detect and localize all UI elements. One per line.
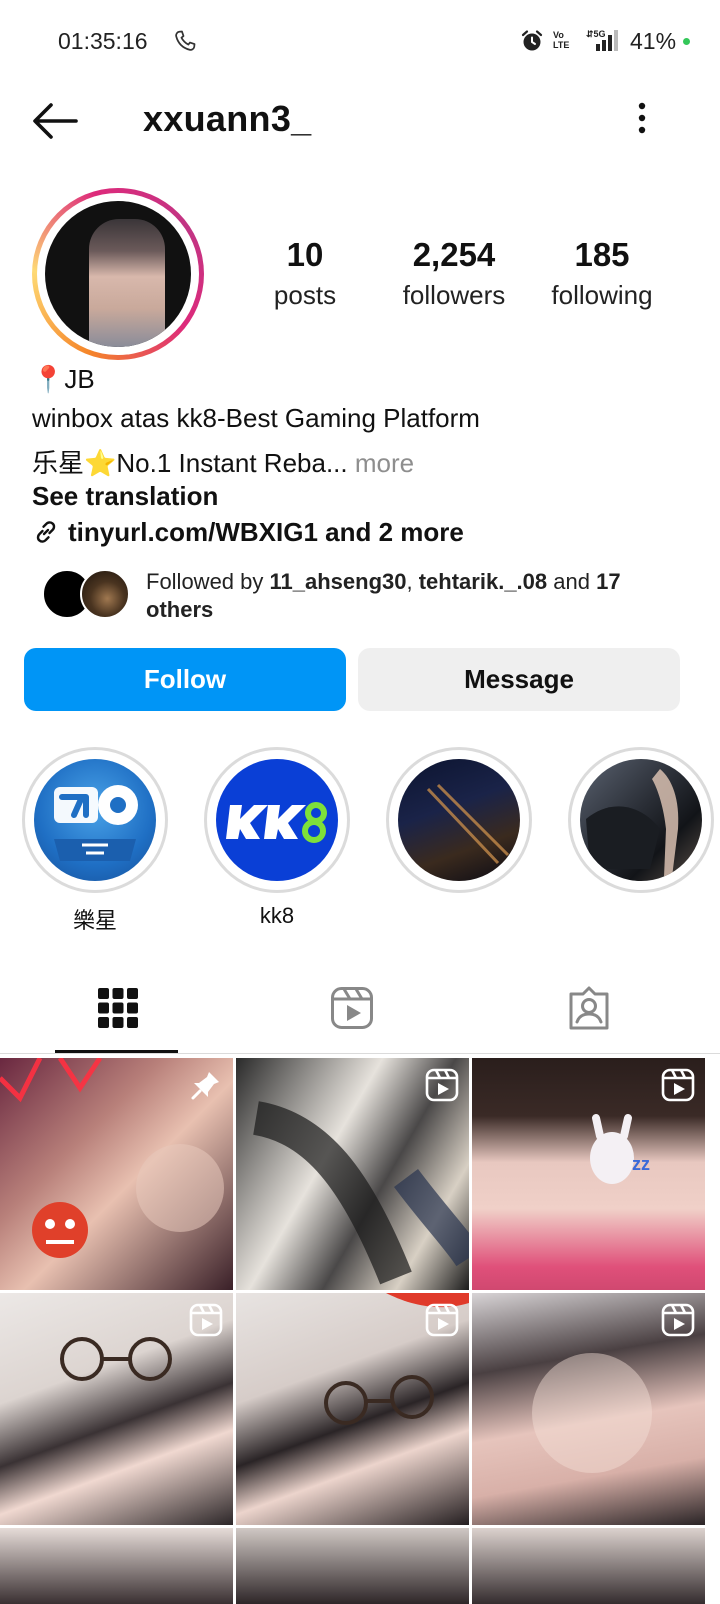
profile-username: xxuann3_: [143, 98, 312, 139]
mutual-others-label[interactable]: others: [146, 597, 213, 622]
posts-count[interactable]: 10 posts: [260, 236, 350, 311]
bio-link[interactable]: tinyurl.com/WBXIG1 and 2 more: [32, 517, 464, 548]
highlight-cover-3: [398, 759, 520, 881]
follow-button[interactable]: Follow: [24, 648, 346, 711]
status-bar: 01:35:16 Vo LTE ⇵5G 41%: [0, 0, 720, 82]
pin-icon: [191, 1072, 219, 1100]
reel-icon: [661, 1068, 695, 1102]
post-tile[interactable]: zz: [472, 1058, 705, 1290]
followers-count[interactable]: 2,254 followers: [392, 236, 516, 311]
post-tile[interactable]: [236, 1528, 469, 1604]
tab-tagged[interactable]: [480, 980, 720, 1054]
message-button[interactable]: Message: [358, 648, 680, 711]
svg-text:zz: zz: [632, 1154, 650, 1174]
highlight-3[interactable]: [386, 747, 532, 903]
back-arrow-icon[interactable]: [30, 100, 80, 142]
bio-line-1: winbox atas kk8-Best Gaming Platform: [32, 403, 480, 433]
post-tile[interactable]: [472, 1528, 705, 1604]
post-tile[interactable]: [472, 1293, 705, 1525]
highlight-cover-4: [580, 759, 702, 881]
link-icon: [36, 521, 56, 543]
bio-location: 📍JB: [32, 364, 95, 394]
bio-line-2-text: 乐星⭐No.1 Instant Reba...: [32, 448, 348, 478]
bio-line-2: 乐星⭐No.1 Instant Reba... more: [32, 443, 414, 480]
reel-icon: [425, 1303, 459, 1337]
post-tile[interactable]: [0, 1528, 233, 1604]
see-translation-link[interactable]: See translation: [32, 481, 218, 512]
reel-icon: [189, 1303, 223, 1337]
reel-icon: [425, 1068, 459, 1102]
mutual-followers-avatars[interactable]: [42, 569, 132, 621]
tab-divider: [0, 1053, 720, 1054]
post-tile[interactable]: [0, 1058, 233, 1290]
grid-icon: [98, 988, 138, 1028]
mutual-user-1[interactable]: 11_ahseng30: [270, 569, 407, 594]
bio-more-link[interactable]: more: [355, 448, 414, 478]
tagged-icon: [569, 986, 609, 1030]
tab-posts-grid[interactable]: [0, 980, 240, 1054]
lexing-logo-icon: [54, 785, 138, 861]
kk8-logo-icon: [226, 802, 327, 843]
status-time: 01:35:16: [58, 28, 148, 54]
highlight-label: 樂星: [72, 908, 117, 933]
tab-reels[interactable]: [240, 980, 480, 1054]
battery-level: 41%: [630, 28, 677, 54]
more-options-icon[interactable]: [634, 100, 650, 140]
story-ring[interactable]: [32, 188, 204, 360]
svg-text:⇵5G: ⇵5G: [586, 29, 606, 39]
followed-by-text[interactable]: Followed by 11_ahseng30, tehtarik._.08 a…: [146, 568, 686, 624]
bio-link-text: tinyurl.com/WBXIG1 and 2 more: [68, 517, 464, 547]
reel-icon: [661, 1303, 695, 1337]
highlight-cover-kk8: [216, 759, 338, 881]
post-tile[interactable]: [0, 1293, 233, 1525]
mutual-others-count[interactable]: 17: [596, 569, 620, 594]
signal-5g-icon: ⇵5G: [586, 29, 618, 51]
highlight-label: kk8: [259, 903, 295, 928]
highlight-kk8[interactable]: kk8: [204, 747, 350, 929]
volte-icon: Vo LTE: [553, 30, 570, 50]
reels-icon: [331, 987, 373, 1029]
mutual-avatar-2: [80, 569, 130, 619]
highlight-lexing[interactable]: 樂星: [22, 747, 168, 935]
highlight-cover-lexing: [34, 759, 156, 881]
post-tile[interactable]: [236, 1293, 469, 1525]
mutual-user-2[interactable]: tehtarik._.08: [419, 569, 547, 594]
call-icon: [175, 30, 196, 51]
following-count[interactable]: 185 following: [540, 236, 664, 311]
avatar[interactable]: [45, 201, 191, 347]
battery-indicator-dot: [683, 38, 690, 45]
post-tile[interactable]: [236, 1058, 469, 1290]
alarm-icon: [521, 30, 543, 51]
highlight-4[interactable]: [568, 747, 714, 903]
